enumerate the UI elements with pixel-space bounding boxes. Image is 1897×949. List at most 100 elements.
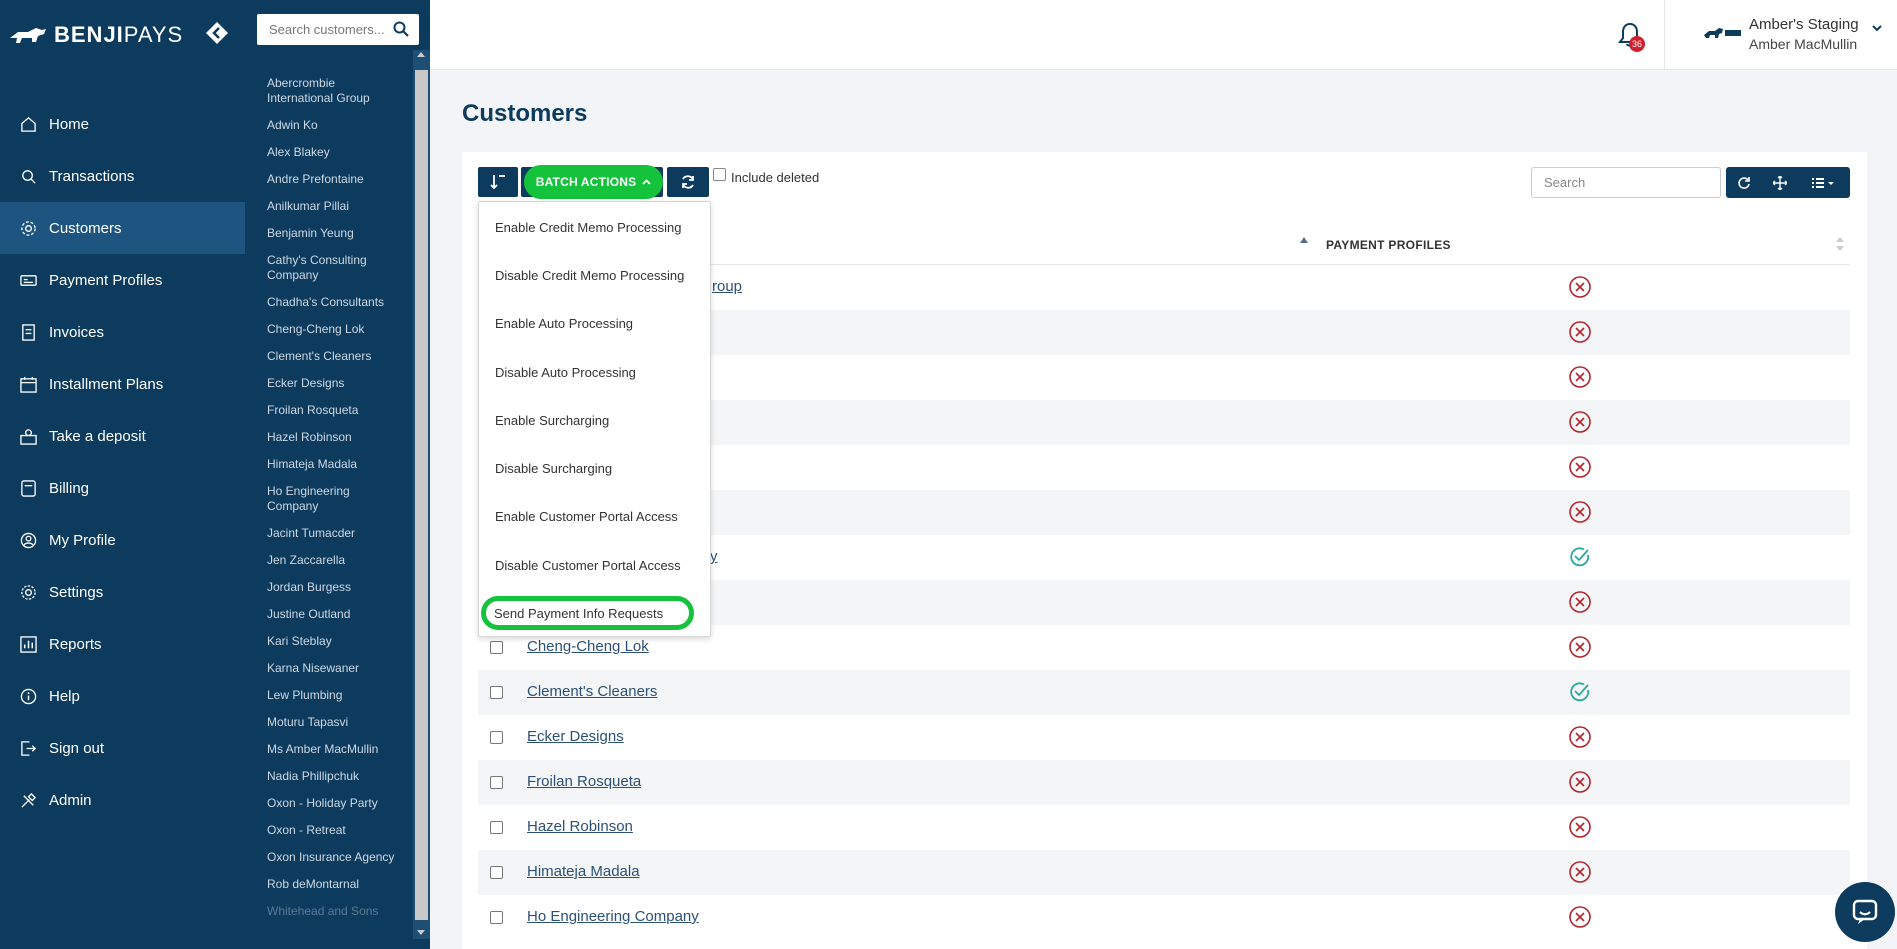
table-search-input[interactable]: Search [1531,167,1721,198]
customer-quick-link[interactable]: Cathy's Consulting Company [267,253,402,283]
sort-asc-icon[interactable] [1300,236,1308,244]
customer-quick-link[interactable]: Kari Steblay [267,634,402,649]
nav-item-label: Payment Profiles [49,271,163,289]
batch-menu-item-enable-auto-processing[interactable]: Enable Auto Processing [495,316,633,331]
search-icon[interactable] [393,21,409,37]
nav-item-sign-out[interactable]: Sign out [0,722,245,774]
scroll-up-icon[interactable] [417,52,425,57]
customer-quick-link[interactable]: Nadia Phillipchuk [267,769,402,784]
customer-quick-link[interactable]: Justine Outland [267,607,402,622]
batch-actions-button[interactable]: BATCH ACTIONS [524,165,663,199]
batch-menu-item-enable-surcharging[interactable]: Enable Surcharging [495,413,609,428]
nav-item-installment-plans[interactable]: Installment Plans [0,358,245,410]
nav-item-transactions[interactable]: Transactions [0,150,245,202]
scrollbar-thumb[interactable] [415,70,428,920]
customer-quick-link[interactable]: Ecker Designs [267,376,402,391]
customer-quick-link[interactable]: Oxon - Holiday Party [267,796,402,811]
columns-menu-button[interactable] [1798,167,1850,198]
chat-widget-button[interactable] [1835,882,1895,942]
customer-quick-link[interactable]: Andre Prefontaine [267,172,402,187]
customer-quick-link[interactable]: Lew Plumbing [267,688,402,703]
customer-quick-link[interactable]: Jen Zaccarella [267,553,402,568]
nav-item-customers[interactable]: Customers [0,202,245,254]
column-header-payment-profiles[interactable]: PAYMENT PROFILES [1326,238,1451,252]
customer-quick-link[interactable]: Jordan Burgess [267,580,402,595]
row-select-checkbox[interactable] [490,911,503,924]
scroll-down-icon[interactable] [417,930,425,935]
customer-link[interactable]: Cheng-Cheng Lok [527,638,649,655]
sort-both-icon[interactable] [1836,236,1844,252]
customers-icon [21,220,36,236]
nav-item-settings[interactable]: Settings [0,566,245,618]
customer-link[interactable]: Ho Engineering Company [527,908,699,925]
nav-item-my-profile[interactable]: My Profile [0,514,245,566]
nav-item-home[interactable]: Home [0,98,245,150]
nav-item-invoices[interactable]: Invoices [0,306,245,358]
customer-link[interactable]: Clement's Cleaners [527,683,657,700]
collapse-sidebar-icon[interactable] [204,20,230,46]
customer-quick-list-panel: Search customers... Abercrombie Internat… [245,0,430,949]
nav-item-help[interactable]: Help [0,670,245,722]
dog-logo-icon [10,28,46,43]
export-button[interactable] [478,167,518,197]
customer-link[interactable]: Ecker Designs [527,728,624,745]
nav-item-admin[interactable]: Admin [0,774,245,826]
brand-logo[interactable]: BENJIPAYS [8,20,183,50]
customer-link[interactable]: Hazel Robinson [527,818,633,835]
batch-menu-item-disable-credit-memo-processing[interactable]: Disable Credit Memo Processing [495,268,684,283]
customer-quick-link[interactable]: Oxon Insurance Agency [267,850,402,865]
customer-link-partial[interactable]: roup [712,278,742,295]
nav-item-billing[interactable]: Billing [0,462,245,514]
customer-list-scrollbar[interactable] [413,50,430,939]
row-select-checkbox[interactable] [490,731,503,744]
row-select-checkbox[interactable] [490,776,503,789]
include-deleted-checkbox[interactable] [713,168,726,181]
send-payment-info-highlight[interactable] [481,596,694,630]
customer-search-input[interactable]: Search customers... [257,14,419,45]
customer-quick-link[interactable]: Chadha's Consultants [267,295,402,310]
nav-item-payment-profiles[interactable]: Payment Profiles [0,254,245,306]
customer-quick-link[interactable]: Clement's Cleaners [267,349,402,364]
batch-menu-item-enable-credit-memo-processing[interactable]: Enable Credit Memo Processing [495,220,681,235]
batch-menu-item-disable-customer-portal-access[interactable]: Disable Customer Portal Access [495,558,681,573]
row-select-checkbox[interactable] [490,686,503,699]
nav-item-take-a-deposit[interactable]: Take a deposit [0,410,245,462]
reload-table-button[interactable] [1726,167,1762,198]
customer-quick-link[interactable]: Whitehead and Sons [267,904,402,919]
row-select-checkbox[interactable] [490,866,503,879]
customer-quick-link[interactable]: Karna Nisewaner [267,661,402,676]
nav-item-reports[interactable]: Reports [0,618,245,670]
profile-icon [20,532,37,548]
row-select-checkbox[interactable] [490,821,503,834]
customer-quick-link[interactable]: Froilan Rosqueta [267,403,402,418]
account-name[interactable]: Amber's Staging [1749,16,1859,33]
account-menu-chevron-icon[interactable] [1871,22,1883,34]
row-select-checkbox[interactable] [490,641,503,654]
customer-quick-link[interactable]: Jacint Tumacder [267,526,402,541]
include-deleted-toggle[interactable]: Include deleted [713,168,819,185]
customer-link[interactable]: Himateja Madala [527,863,640,880]
customer-quick-link[interactable]: Hazel Robinson [267,430,402,445]
customer-quick-link[interactable]: Himateja Madala [267,457,402,472]
customer-link[interactable]: Froilan Rosqueta [527,773,641,790]
account-user-name[interactable]: Amber MacMullin [1749,36,1857,52]
customer-quick-link[interactable]: Moturu Tapasvi [267,715,402,730]
customer-quick-link[interactable]: Abercrombie International Group [267,76,402,106]
customer-quick-link[interactable]: Ms Amber MacMullin [267,742,402,757]
customer-quick-link[interactable]: Benjamin Yeung [267,226,402,241]
customer-quick-link[interactable]: Alex Blakey [267,145,402,160]
batch-menu-item-disable-auto-processing[interactable]: Disable Auto Processing [495,365,636,380]
customer-quick-link[interactable]: Oxon - Retreat [267,823,402,838]
customer-quick-link[interactable]: Rob deMontarnal [267,877,402,892]
refresh-button[interactable] [667,167,709,197]
nav-item-label: Help [49,687,80,705]
batch-menu-item-enable-customer-portal-access[interactable]: Enable Customer Portal Access [495,509,678,524]
customer-quick-link[interactable]: Adwin Ko [267,118,402,133]
customer-link-partial[interactable]: y [710,548,718,565]
customer-quick-link[interactable]: Cheng-Cheng Lok [267,322,402,337]
customer-quick-link[interactable]: Anilkumar Pillai [267,199,402,214]
x-circle-icon [1569,906,1591,928]
toggle-fullscreen-button[interactable] [1762,167,1798,198]
batch-menu-item-disable-surcharging[interactable]: Disable Surcharging [495,461,612,476]
customer-quick-link[interactable]: Ho Engineering Company [267,484,402,514]
